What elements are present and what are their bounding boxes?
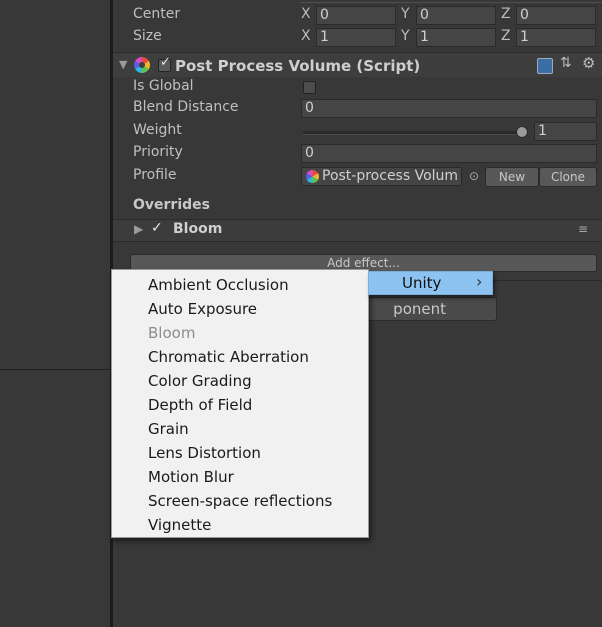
priority-label: Priority xyxy=(133,144,183,160)
checkmark-icon: ✓ xyxy=(160,55,171,70)
post-process-icon xyxy=(134,57,150,73)
effect-enabled-check-icon[interactable]: ✓ xyxy=(151,220,163,236)
object-picker-icon[interactable]: ⊙ xyxy=(469,169,479,183)
blend-distance-label: Blend Distance xyxy=(133,99,239,115)
menu-item-chromatic-aberration[interactable]: Chromatic Aberration xyxy=(148,345,309,369)
help-book-icon[interactable] xyxy=(537,58,553,74)
size-y-field[interactable]: 1 xyxy=(416,28,496,47)
profile-label: Profile xyxy=(133,167,177,183)
clone-profile-button[interactable]: Clone xyxy=(539,167,597,187)
component-enabled-checkbox[interactable]: ✓ xyxy=(158,55,171,72)
center-x-axis: X xyxy=(301,6,311,22)
effect-name: Bloom xyxy=(173,221,223,237)
add-effect-menu: Ambient Occlusion Auto Exposure Bloom Ch… xyxy=(111,269,369,538)
size-z-field[interactable]: 1 xyxy=(516,28,596,47)
is-global-checkbox[interactable] xyxy=(303,81,316,94)
size-y-axis: Y xyxy=(401,28,410,44)
weight-label: Weight xyxy=(133,122,182,138)
blend-distance-field[interactable]: 0 xyxy=(301,99,597,118)
effect-separator xyxy=(113,241,602,242)
center-x-field[interactable]: 0 xyxy=(316,6,396,25)
weight-slider-handle[interactable] xyxy=(516,126,528,138)
weight-slider-track[interactable] xyxy=(303,131,523,135)
center-y-axis: Y xyxy=(401,6,410,22)
menu-item-grain[interactable]: Grain xyxy=(148,417,189,441)
menu-item-screen-space-reflections[interactable]: Screen-space reflections xyxy=(148,489,332,513)
submenu-arrow-icon: › xyxy=(476,272,483,291)
profile-value: Post-process Volum xyxy=(322,168,459,184)
menu-item-color-grading[interactable]: Color Grading xyxy=(148,369,252,393)
size-x-axis: X xyxy=(301,28,311,44)
hierarchy-pane xyxy=(0,0,110,627)
center-z-axis: Z xyxy=(501,6,511,22)
weight-field[interactable]: 1 xyxy=(534,122,597,141)
menu-item-ambient-occlusion[interactable]: Ambient Occlusion xyxy=(148,273,289,297)
menu-item-lens-distortion[interactable]: Lens Distortion xyxy=(148,441,261,465)
is-global-label: Is Global xyxy=(133,78,194,94)
menu-item-unity-label: Unity xyxy=(402,274,442,292)
presets-sliders-icon[interactable]: ⇅ xyxy=(560,55,572,71)
profile-object-field[interactable]: Post-process Volum xyxy=(301,167,462,186)
center-z-field[interactable]: 0 xyxy=(516,6,596,25)
menu-item-unity[interactable]: Unity › xyxy=(368,271,493,295)
add-component-label: ponent xyxy=(393,300,446,318)
gear-icon[interactable]: ⚙ xyxy=(582,54,595,72)
menu-item-motion-blur[interactable]: Motion Blur xyxy=(148,465,234,489)
effect-menu-icon[interactable]: ≡ xyxy=(578,222,588,236)
effect-foldout-icon[interactable]: ▶ xyxy=(134,222,143,236)
foldout-arrow-icon[interactable]: ▼ xyxy=(119,58,127,71)
priority-field[interactable]: 0 xyxy=(301,144,597,163)
menu-item-depth-of-field[interactable]: Depth of Field xyxy=(148,393,252,417)
center-y-field[interactable]: 0 xyxy=(416,6,496,25)
size-x-field[interactable]: 1 xyxy=(316,28,396,47)
new-profile-button[interactable]: New xyxy=(485,167,539,187)
menu-item-bloom: Bloom xyxy=(148,324,196,342)
previous-component-edge xyxy=(300,2,602,3)
menu-item-vignette[interactable]: Vignette xyxy=(148,513,211,537)
center-label: Center xyxy=(133,6,181,22)
overrides-heading: Overrides xyxy=(133,197,210,213)
component-title: Post Process Volume (Script) xyxy=(175,57,421,75)
menu-item-auto-exposure[interactable]: Auto Exposure xyxy=(148,297,257,321)
size-label: Size xyxy=(133,28,162,44)
profile-asset-icon xyxy=(306,170,319,183)
hierarchy-divider xyxy=(0,369,110,370)
size-z-axis: Z xyxy=(501,28,511,44)
